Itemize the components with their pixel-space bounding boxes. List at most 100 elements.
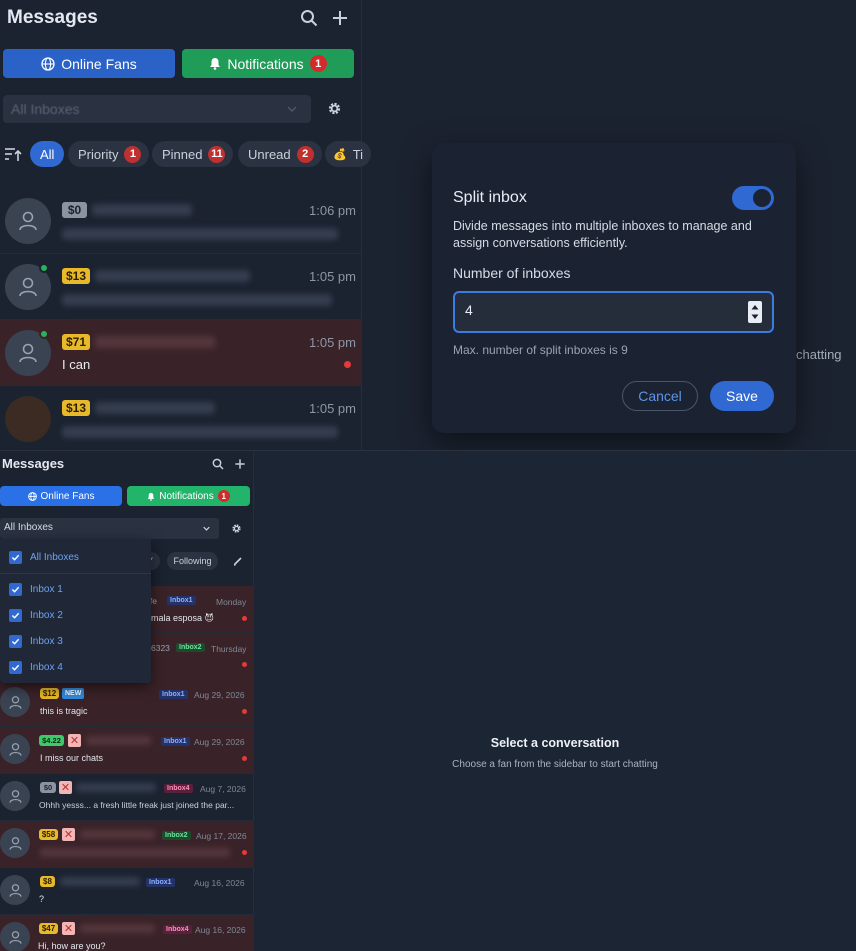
price-badge: $71 (62, 334, 90, 350)
message-time: 1:05 pm (309, 335, 356, 350)
notification-count-badge: 1 (309, 55, 327, 72)
unread-dot (242, 756, 247, 761)
empty-state-title: Select a conversation (490, 736, 620, 750)
background-text: chatting (796, 347, 842, 362)
chevron-down-icon (203, 526, 210, 531)
search-icon[interactable] (212, 458, 224, 470)
inbox-badge: Inbox1 (159, 690, 188, 699)
list-item[interactable]: $13 1:05 pm (0, 254, 362, 320)
avatar (5, 396, 51, 442)
notifications-button[interactable]: Notifications 1 (127, 486, 250, 506)
filter-chip-tips[interactable]: 💰 Ti (325, 141, 372, 167)
message-time: Aug 16, 2026 (195, 925, 246, 935)
list-item[interactable]: $0 1:06 pm (0, 188, 362, 254)
filter-chip-all[interactable]: All (30, 141, 65, 167)
blurred-message (62, 294, 332, 306)
list-item[interactable]: $8 Inbox1 Aug 16, 2026 ? (0, 868, 254, 915)
list-item[interactable]: $12 NEW Inbox1 Aug 29, 2026 this is trag… (0, 680, 254, 727)
blurred-name (92, 204, 192, 216)
inbox-select[interactable]: All Inboxes (3, 95, 311, 123)
checkbox-checked-icon[interactable] (9, 582, 22, 596)
message-preview: I miss our chats (40, 753, 104, 763)
dropdown-divider (0, 573, 151, 574)
money-bag-icon: 💰 (333, 148, 347, 161)
filter-chip-following[interactable]: Following (167, 552, 218, 570)
checkbox-checked-icon[interactable] (9, 550, 22, 564)
price-badge: $12 (40, 688, 59, 699)
notifications-button[interactable]: Notifications 1 (182, 49, 354, 78)
checkbox-checked-icon[interactable] (9, 634, 22, 648)
price-badge: $0 (40, 782, 56, 793)
inbox-badge: Inbox1 (161, 737, 190, 746)
globe-icon (27, 491, 37, 501)
list-item[interactable]: $4.22 ✕ Inbox1 Aug 29, 2026 I miss our c… (0, 727, 254, 774)
blurred-name (60, 877, 140, 886)
dropdown-item-inbox-2[interactable]: Inbox 2 (9, 607, 63, 623)
gear-icon[interactable] (231, 523, 242, 534)
modal-description: Divide messages into multiple inboxes to… (453, 219, 752, 250)
inbox-badge: Inbox2 (162, 831, 191, 840)
list-item[interactable]: $71 1:05 pm I can (0, 320, 362, 386)
blurred-name (95, 270, 250, 282)
avatar (0, 828, 30, 858)
sidebar: Messages Online Fans Notifications 1 All… (0, 451, 254, 951)
message-time: Aug 16, 2026 (194, 878, 245, 888)
gear-icon[interactable] (327, 101, 342, 116)
plus-icon[interactable] (331, 9, 349, 27)
save-button[interactable]: Save (710, 381, 774, 411)
inbox-dropdown: All Inboxes Inbox 1 Inbox 2 Inbox 3 Inbo… (0, 539, 151, 683)
inbox-badge: Inbox4 (163, 925, 192, 934)
avatar (0, 734, 30, 764)
online-fans-button[interactable]: Online Fans (0, 486, 122, 506)
dropdown-item-all-inboxes[interactable]: All Inboxes (9, 549, 79, 565)
checkbox-checked-icon[interactable] (9, 608, 22, 622)
search-icon[interactable] (300, 9, 318, 27)
edit-icon[interactable] (233, 556, 243, 566)
list-item[interactable]: $58 ✕ Inbox2 Aug 17, 2026 (0, 821, 254, 868)
filter-chip-unread[interactable]: Unread 2 (238, 141, 322, 167)
unread-dot (242, 662, 247, 667)
message-time: 1:06 pm (309, 203, 356, 218)
filter-chip-pinned[interactable]: Pinned 11 (152, 141, 234, 167)
number-stepper[interactable] (748, 301, 762, 323)
fan-name-fragment: 6323 (151, 643, 170, 653)
sidebar: Messages Online Fans Notifications 1 All… (0, 0, 372, 450)
plus-icon[interactable] (234, 458, 246, 470)
dropdown-item-inbox-4[interactable]: Inbox 4 (9, 659, 63, 675)
list-item[interactable]: $0 ✕ Inbox4 Aug 7, 2026 Ohhh yesss... a … (0, 774, 254, 821)
blurred-message (40, 848, 230, 857)
split-inbox-modal: Split inbox Divide messages into multipl… (432, 143, 796, 433)
blurred-message (62, 426, 338, 438)
split-inbox-toggle[interactable] (732, 186, 774, 210)
dropdown-item-inbox-1[interactable]: Inbox 1 (9, 581, 63, 597)
blurred-name (76, 783, 156, 792)
filter-chip-priority[interactable]: Priority 1 (68, 141, 150, 167)
price-badge: $0 (62, 202, 87, 218)
price-badge: $13 (62, 268, 90, 284)
message-time: Thursday (211, 644, 247, 654)
avatar (0, 922, 30, 951)
online-fans-button[interactable]: Online Fans (3, 49, 175, 78)
bottom-screen: Messages Online Fans Notifications 1 All… (0, 450, 856, 951)
list-item[interactable]: $47 ✕ Inbox4 Aug 16, 2026 Hi, how are yo… (0, 915, 254, 951)
bell-icon (147, 492, 155, 501)
sort-icon[interactable] (4, 146, 22, 162)
avatar (0, 875, 30, 905)
blurred-name (95, 336, 215, 348)
unread-dot (242, 850, 247, 855)
list-item[interactable]: $13 1:05 pm (0, 386, 362, 450)
cancel-button[interactable]: Cancel (622, 381, 698, 411)
message-preview: mala esposa 😈 (151, 613, 214, 623)
number-of-inboxes-label: Number of inboxes (453, 265, 571, 281)
unread-dot (242, 709, 247, 714)
message-preview: I can (62, 357, 91, 372)
max-inboxes-hint: Max. number of split inboxes is 9 (453, 343, 628, 357)
blocked-icon: ✕ (68, 734, 81, 747)
message-time: Monday (216, 597, 247, 607)
inbox-select[interactable]: All Inboxes (0, 518, 219, 539)
dropdown-item-inbox-3[interactable]: Inbox 3 (9, 633, 63, 649)
checkbox-checked-icon[interactable] (9, 660, 22, 674)
number-of-inboxes-input[interactable] (453, 291, 774, 333)
message-time: Aug 29, 2026 (194, 690, 245, 700)
number-of-inboxes-field[interactable] (465, 302, 725, 318)
